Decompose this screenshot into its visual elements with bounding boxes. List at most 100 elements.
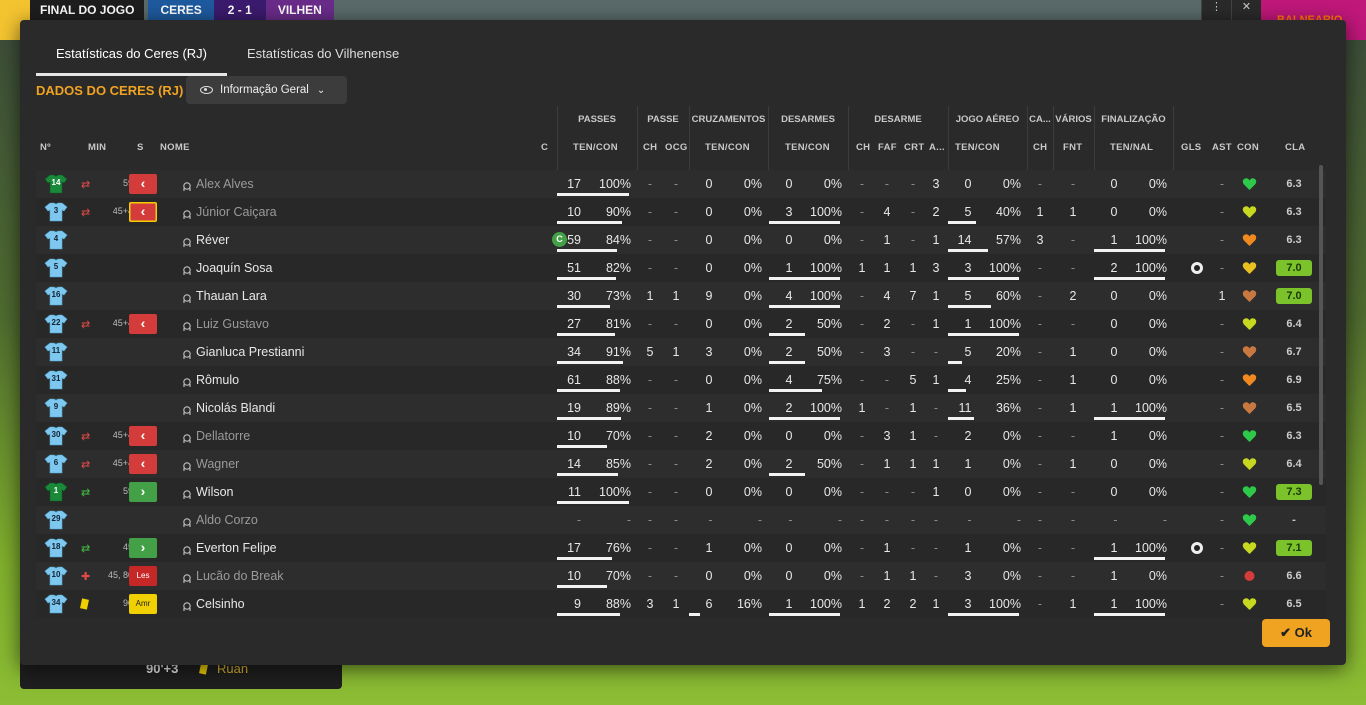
table-row[interactable]: 29 Aldo Corzo - - - - - - - - - - - - - - - - - - - -: [36, 506, 1326, 534]
shots-bar: [1094, 277, 1165, 280]
col-header-min[interactable]: MIN: [88, 142, 106, 153]
player-name[interactable]: Nicolás Blandi: [196, 401, 275, 415]
table-row[interactable]: 1 ⇄ 59 › Wilson 11 100% - -0 0% 0 0% - - -1 0 0% - -0 0% -7.…: [36, 478, 1326, 506]
table-row[interactable]: 34 90 Amr Celsinho 9 88% 3 1 6 16% 1 100% 1 2 2 1 3 100% -…: [36, 590, 1326, 618]
ok-button[interactable]: ✔ Ok: [1262, 619, 1330, 647]
table-row[interactable]: 5 Joaquín Sosa 51 82% - - 0 0% 1 100% 1 1 1 3 3 100% - - 2…: [36, 254, 1326, 282]
shirt-number-icon: 29: [44, 510, 68, 530]
headers-percent: 0%: [1002, 177, 1021, 191]
col-header-cla[interactable]: CLA: [1285, 142, 1305, 153]
col-header-no[interactable]: Nº: [40, 142, 51, 153]
col-header-c[interactable]: C: [541, 142, 548, 153]
passes-attempts: 19: [567, 401, 581, 415]
shots-percent: 0%: [1148, 177, 1167, 191]
tackles-bar: [769, 361, 805, 364]
player-name[interactable]: Everton Felipe: [196, 541, 277, 555]
chances-created: 1: [672, 345, 680, 359]
col-header-pas-tc[interactable]: TEN/CON: [573, 142, 618, 153]
table-row[interactable]: 30 ⇄ 45+4 ‹ Dellatorre 10 70% - - 2 0% 0 0% - 3 1 - 2 0% - -…: [36, 422, 1326, 450]
col-header-gls[interactable]: GLS: [1181, 142, 1201, 153]
chevron-down-icon: ⌄: [316, 84, 326, 96]
col-header-fin-tn[interactable]: TEN/NAL: [1110, 142, 1153, 153]
player-name[interactable]: Réver: [196, 233, 229, 247]
passes-bar: [557, 501, 629, 504]
eye-icon: [200, 86, 213, 94]
player-name[interactable]: Wilson: [196, 485, 234, 499]
injury-badge[interactable]: Les: [129, 566, 157, 586]
fouls: 1: [883, 569, 891, 583]
subbed-in-button[interactable]: ›: [129, 482, 157, 502]
table-row[interactable]: 22 ⇄ 45+4 ‹ Luiz Gustavo 27 81% - - 0 0% 2 50% - 2 - 1 1 1…: [36, 310, 1326, 338]
interceptions: -: [910, 205, 916, 219]
key-passes: -: [647, 317, 653, 331]
col-header-cru-tc[interactable]: TEN/CON: [705, 142, 750, 153]
subbed-out-button[interactable]: ‹: [129, 454, 157, 474]
player-name[interactable]: Rômulo: [196, 373, 239, 387]
table-row[interactable]: 31 Rômulo 61 88% - - 0 0% 4 75% - - 5 1 4 25% - 1 0 0% - 6.9: [36, 366, 1326, 394]
crosses-bar: [689, 613, 700, 616]
tab-home-stats[interactable]: Estatísticas do Ceres (RJ): [36, 38, 227, 76]
person-icon: [182, 347, 192, 359]
player-name[interactable]: Wagner: [196, 457, 239, 471]
player-name[interactable]: Gianluca Prestianni: [196, 345, 304, 359]
table-row[interactable]: 4 Réver C 59 84% - -0 0% 0 0% -1-1 14 57% 3-1 100% -6.3: [36, 226, 1326, 254]
player-name[interactable]: Júnior Caiçara: [196, 205, 277, 219]
blocks: -: [933, 513, 939, 527]
subbed-in-button[interactable]: ›: [129, 538, 157, 558]
player-name[interactable]: Dellatorre: [196, 429, 250, 443]
table-scrollbar[interactable]: [1319, 165, 1323, 485]
player-name[interactable]: Thauan Lara: [196, 289, 267, 303]
person-icon: [182, 543, 192, 555]
blocks: 1: [932, 597, 940, 611]
col-header-ast[interactable]: AST: [1212, 142, 1232, 153]
table-row[interactable]: 16 Thauan Lara 30 73% 1 1 9 0% 4 100% - 4 7 1 5 60% - 2 0 0…: [36, 282, 1326, 310]
table-row[interactable]: 18 ⇄ 45 › Everton Felipe 17 76% - - 1 0% 0 0% - 1 - - 1 0%…: [36, 534, 1326, 562]
key-passes: -: [647, 261, 653, 275]
col-header-pas-ocg[interactable]: OCG: [665, 142, 688, 153]
col-header-aer-tc[interactable]: TEN/CON: [955, 142, 1000, 153]
col-header-ca-ch[interactable]: CH: [1033, 142, 1047, 153]
col-header-pas-ch[interactable]: CH: [643, 142, 657, 153]
subbed-out-button[interactable]: ‹: [129, 174, 157, 194]
player-name[interactable]: Luiz Gustavo: [196, 317, 269, 331]
close-icon[interactable]: ✕: [1231, 0, 1261, 20]
yellow-card-badge[interactable]: Amr: [129, 594, 157, 614]
table-row[interactable]: 9 Nicolás Blandi 19 89% - -1 0% 2 100% 1-1-11 36% -…: [36, 394, 1326, 422]
assists: -: [1219, 597, 1225, 611]
player-name[interactable]: Aldo Corzo: [196, 513, 258, 527]
table-row[interactable]: 6 ⇄ 45+4 ‹ Wagner 14 85% - - 2 0% 2 50% - 1 1 1 1 0% - 1 0 0% -…: [36, 450, 1326, 478]
tackles-bar: [769, 221, 840, 224]
player-name[interactable]: Celsinho: [196, 597, 245, 611]
tab-away-stats[interactable]: Estatísticas do Vilhenense: [227, 38, 419, 76]
col-header-con[interactable]: CON: [1237, 142, 1259, 153]
subbed-out-button[interactable]: ‹: [129, 202, 157, 222]
blocks: 1: [932, 289, 940, 303]
col-header-des-ch[interactable]: CH: [856, 142, 870, 153]
group-header: VÁRIOS: [1055, 114, 1092, 125]
col-header-s[interactable]: S: [137, 142, 144, 153]
col-header-var-fnt[interactable]: FNT: [1063, 142, 1082, 153]
player-name[interactable]: Joaquín Sosa: [196, 261, 272, 275]
col-header-des-crt[interactable]: CRT: [904, 142, 924, 153]
table-row[interactable]: 14 ⇄ 59 ‹ Alex Alves 17 100% - - 0 0% 0 0% - - - 3 0 0% - - 0…: [36, 170, 1326, 198]
group-header: FINALIZAÇÃO: [1101, 114, 1166, 125]
col-header-des-a[interactable]: A...: [929, 142, 945, 153]
menu-icon[interactable]: ⋮: [1201, 0, 1231, 20]
subbed-out-button[interactable]: ‹: [129, 426, 157, 446]
table-row[interactable]: 3 ⇄ 45+4 ‹ Júnior Caiçara 10 90% - -0 0% 3 100% -4-2…: [36, 198, 1326, 226]
player-name[interactable]: Alex Alves: [196, 177, 254, 191]
col-header-nome[interactable]: NOME: [160, 142, 190, 153]
subbed-out-button[interactable]: ‹: [129, 314, 157, 334]
table-row[interactable]: 10 ✚ 45, 80 Les Lucão do Break 10 70% - - 0 0% 0 0% -…: [36, 562, 1326, 590]
headers-percent: 0%: [1002, 429, 1021, 443]
tackles-key: -: [859, 177, 865, 191]
player-name[interactable]: Lucão do Break: [196, 569, 284, 583]
headers-attempts: 3: [964, 569, 972, 583]
col-header-des-tc[interactable]: TEN/CON: [785, 142, 830, 153]
col-header-des-faf[interactable]: FAF: [878, 142, 897, 153]
table-row[interactable]: 11 Gianluca Prestianni 34 91% 5 1 3 0% 2 50% -3- -5…: [36, 338, 1326, 366]
fouls-suffered: 1: [1069, 457, 1077, 471]
tackles-attempts: 0: [785, 569, 793, 583]
person-icon: [182, 571, 192, 583]
view-dropdown[interactable]: Informação Geral ⌄: [186, 76, 347, 104]
